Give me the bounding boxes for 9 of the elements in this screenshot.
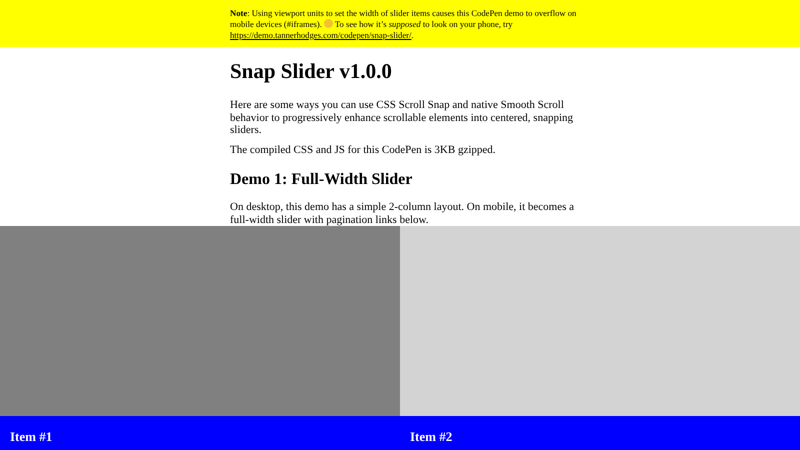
note-text: Note: Using viewport units to set the width of slider items causes this CodePen demo to overflow on mobile devices (#iframes). To see how it’s supposed to look on your phone, try https://demo.tannerhodges.com/codepen/snap-slider/. bbox=[230, 8, 578, 41]
page-title: Snap Slider v1.0.0 bbox=[230, 59, 393, 84]
slide-label: Item #1 bbox=[10, 429, 52, 444]
paragraph: Here are some ways you can use CSS Scroll Snap and native Smooth Scroll behavior to progressively enhance scrollable elements into centered, snapping sliders. bbox=[230, 99, 574, 137]
link[interactable]: https://demo.tannerhodges.com/codepen/snap-slider/ bbox=[230, 30, 412, 40]
paragraph: On desktop, this demo has a simple 2-column layout. On mobile, it becomes a full-width slider with pagination links below. bbox=[230, 201, 575, 226]
section-heading: Demo 1: Full-Width Slider bbox=[230, 170, 414, 190]
slide-label: Item #2 bbox=[410, 429, 452, 444]
paragraph: The compiled CSS and JS for this CodePen is 3KB gzipped. bbox=[230, 144, 497, 156]
